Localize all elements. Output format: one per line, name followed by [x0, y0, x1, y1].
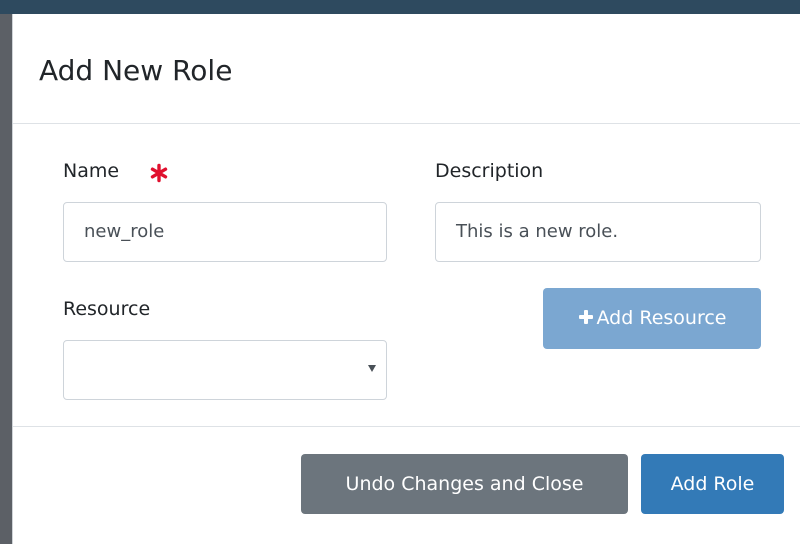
- add-resource-button[interactable]: Add Resource: [543, 288, 761, 349]
- undo-changes-and-close-button[interactable]: Undo Changes and Close: [301, 454, 628, 514]
- description-input[interactable]: This is a new role.: [435, 202, 761, 262]
- modal-title: Add New Role: [39, 54, 233, 87]
- modal-header: Add New Role: [13, 14, 800, 124]
- add-role-dialog: Add New Role Name new_role Description T…: [12, 14, 800, 544]
- caret-down-icon: [368, 365, 376, 372]
- resource-label: Resource: [63, 298, 151, 320]
- required-asterisk-icon: [150, 163, 168, 183]
- footer-divider: [13, 426, 800, 427]
- name-label: Name: [63, 160, 120, 182]
- name-input[interactable]: new_role: [63, 202, 387, 262]
- plus-icon: [578, 309, 594, 325]
- resource-select[interactable]: [63, 340, 387, 400]
- background-app-bar: [0, 0, 800, 14]
- description-label: Description: [435, 160, 544, 182]
- add-resource-label: Add Resource: [596, 307, 727, 329]
- add-role-button[interactable]: Add Role: [641, 454, 784, 514]
